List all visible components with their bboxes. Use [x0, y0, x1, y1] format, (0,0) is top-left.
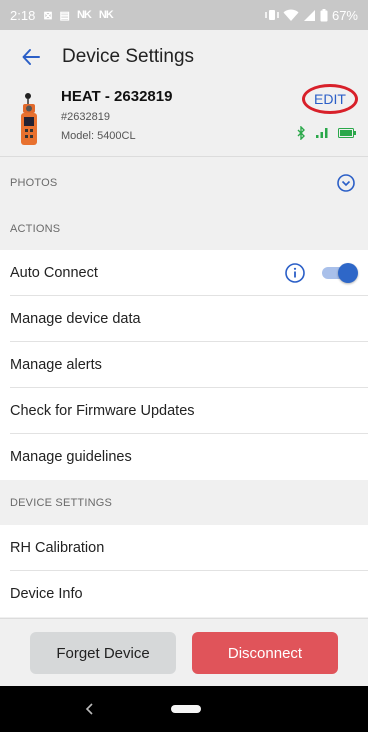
action-bar: Forget Device Disconnect	[0, 620, 368, 686]
device-image	[21, 93, 37, 145]
section-device-settings: DEVICE SETTINGS	[0, 480, 368, 526]
nav-home-pill[interactable]	[171, 705, 201, 713]
battery-icon	[320, 8, 328, 21]
forget-device-button[interactable]: Forget Device	[30, 632, 176, 674]
list-item-device-info[interactable]: Device Info	[0, 571, 368, 617]
divider	[0, 618, 368, 619]
device-info-label: Device Info	[10, 586, 83, 602]
vibrate-icon	[265, 10, 279, 20]
list-item-manage-device-data[interactable]: Manage device data	[0, 296, 368, 342]
signal-icon	[303, 9, 315, 21]
list-item-manage-alerts[interactable]: Manage alerts	[0, 342, 368, 388]
device-battery-icon	[338, 128, 356, 138]
edit-button[interactable]: EDIT	[302, 84, 358, 114]
section-device-settings-label: DEVICE SETTINGS	[10, 497, 113, 509]
battery-percent: 67%	[331, 7, 358, 23]
list-item-firmware-updates[interactable]: Check for Firmware Updates	[0, 388, 368, 434]
device-name: HEAT - 2632819	[61, 88, 173, 105]
nav-back-icon[interactable]	[80, 699, 100, 719]
app-bar: Device Settings	[0, 30, 368, 84]
section-actions: ACTIONS	[0, 206, 368, 252]
arrow-left-icon	[22, 49, 40, 65]
manage-device-data-label: Manage device data	[10, 311, 141, 327]
chevron-down-circle-icon[interactable]	[336, 173, 356, 193]
list-item-manage-guidelines[interactable]: Manage guidelines	[0, 434, 368, 480]
section-actions-label: ACTIONS	[10, 223, 61, 235]
list-item-rh-calibration[interactable]: RH Calibration	[0, 525, 368, 571]
rh-calibration-label: RH Calibration	[10, 540, 105, 556]
notification-icon: ⊠	[43, 9, 52, 22]
device-model: Model: 5400CL	[61, 130, 136, 142]
status-right: 67%	[265, 8, 358, 23]
status-left: 2:18 ⊠ ▤ NK NK	[10, 7, 114, 23]
device-serial: #2632819	[61, 111, 110, 123]
toggle-knob	[338, 263, 358, 283]
section-photos-label: PHOTOS	[10, 177, 58, 189]
wifi-icon	[283, 9, 299, 21]
list-item-auto-connect[interactable]: Auto Connect	[0, 250, 368, 296]
info-icon[interactable]	[284, 262, 306, 284]
back-button[interactable]	[0, 30, 62, 84]
disconnect-button[interactable]: Disconnect	[192, 632, 338, 674]
app-notification-icon: NK	[98, 9, 114, 21]
firmware-updates-label: Check for Firmware Updates	[10, 403, 195, 419]
page-title: Device Settings	[62, 46, 195, 67]
device-status	[297, 126, 356, 140]
manage-guidelines-label: Manage guidelines	[10, 449, 132, 465]
device-card: HEAT - 2632819 #2632819 Model: 5400CL ED…	[0, 84, 368, 156]
manage-alerts-label: Manage alerts	[10, 357, 102, 373]
system-nav-bar	[0, 686, 368, 732]
signal-strength-icon	[316, 128, 328, 138]
divider	[0, 156, 368, 157]
status-bar: 2:18 ⊠ ▤ NK NK 67%	[0, 0, 368, 30]
auto-connect-toggle[interactable]	[322, 263, 358, 283]
status-time: 2:18	[10, 7, 36, 23]
section-photos[interactable]: PHOTOS	[0, 160, 368, 206]
auto-connect-label: Auto Connect	[10, 265, 98, 281]
app-notification-icon: NK	[76, 9, 92, 21]
bluetooth-icon	[297, 126, 305, 140]
message-icon: ▤	[59, 9, 70, 22]
